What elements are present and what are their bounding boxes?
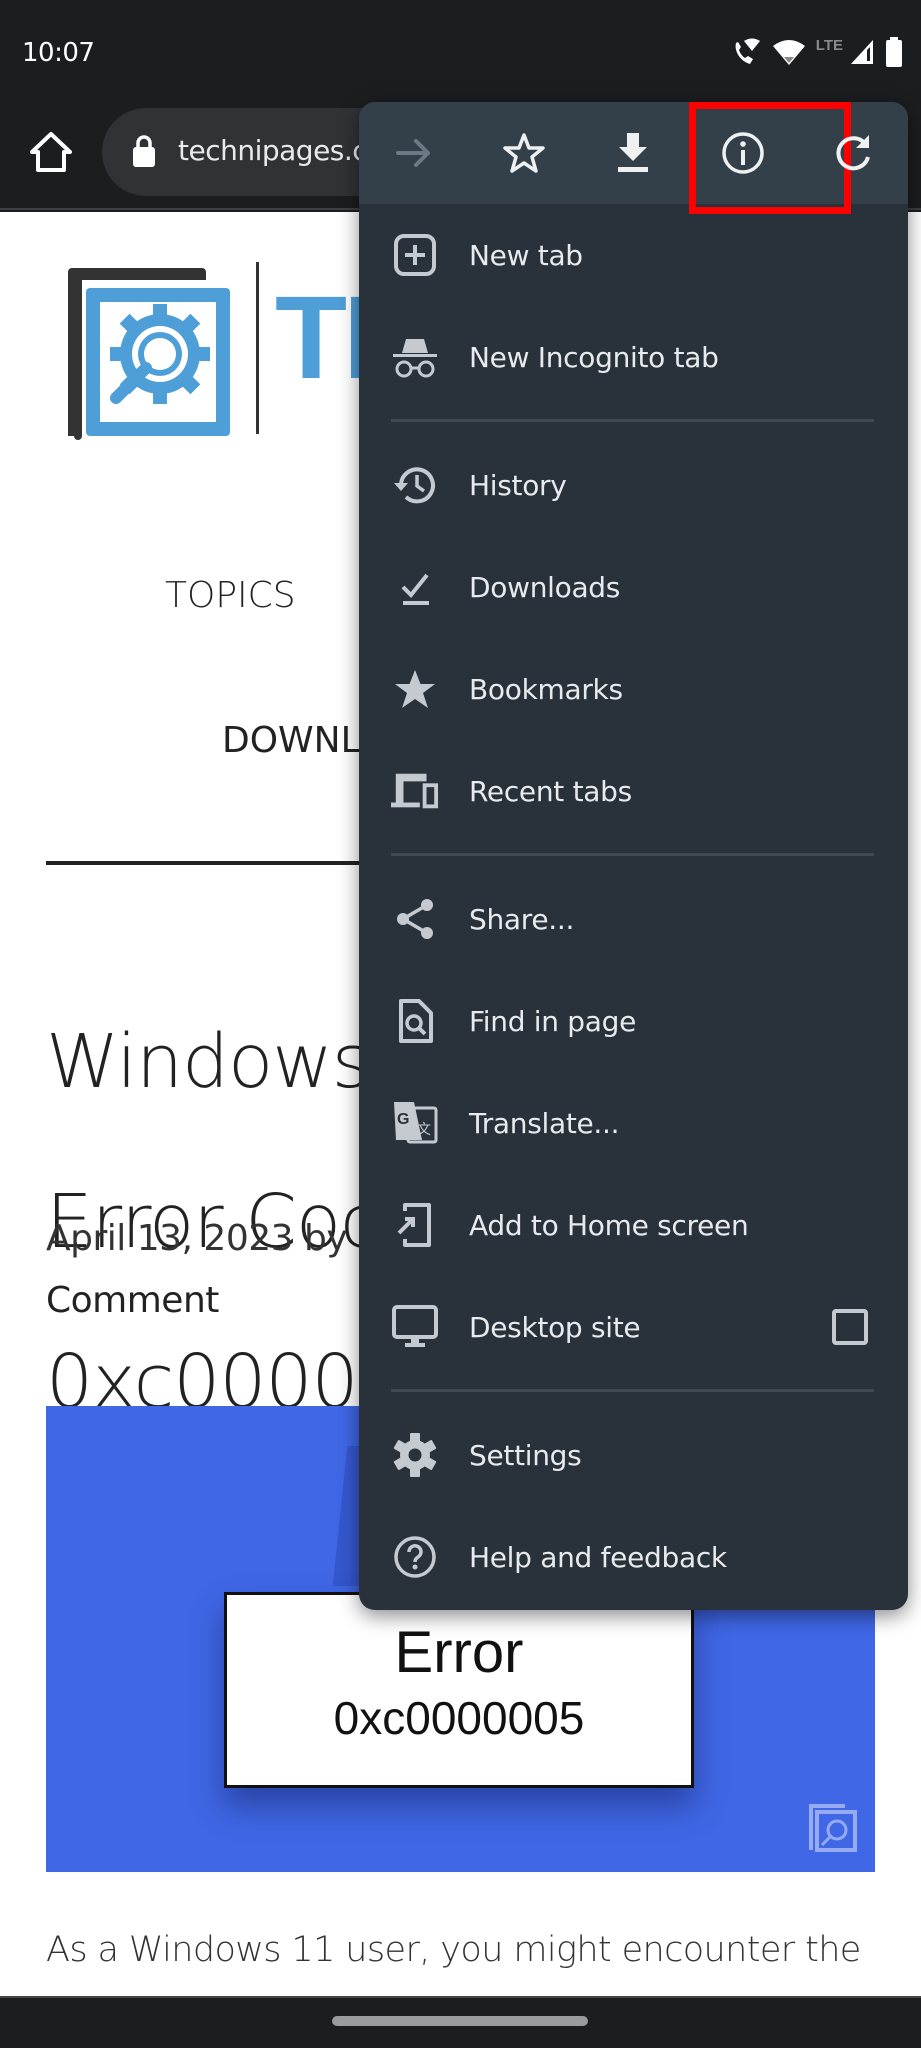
system-nav-bar bbox=[0, 1996, 921, 2048]
refresh-icon bbox=[836, 135, 871, 171]
translate-icon: G文 bbox=[391, 1099, 439, 1147]
menu-item-add-to-home-screen[interactable]: Add to Home screen bbox=[359, 1174, 908, 1276]
desktop-site-checkbox[interactable] bbox=[832, 1309, 868, 1345]
menu-item-downloads[interactable]: Downloads bbox=[359, 536, 908, 638]
menu-item-label: Downloads bbox=[469, 570, 621, 604]
menu-item-new-tab[interactable]: New tab bbox=[359, 204, 908, 306]
menu-item-label: Help and feedback bbox=[469, 1540, 727, 1574]
star-outline-icon bbox=[502, 133, 545, 173]
menu-divider bbox=[359, 1378, 908, 1404]
menu-item-label: Translate... bbox=[469, 1106, 620, 1140]
logo-divider bbox=[256, 262, 259, 434]
battery-icon bbox=[886, 37, 902, 67]
menu-item-recent-tabs[interactable]: Recent tabs bbox=[359, 740, 908, 842]
wifi-calling-icon bbox=[735, 38, 760, 64]
menu-action-bar bbox=[359, 102, 908, 214]
home-icon bbox=[30, 132, 72, 172]
menu-item-label: Recent tabs bbox=[469, 774, 632, 808]
refresh-button[interactable] bbox=[798, 102, 908, 204]
find-in-page-icon bbox=[391, 997, 439, 1045]
svg-text:G: G bbox=[397, 1111, 409, 1128]
menu-item-label: History bbox=[469, 468, 567, 502]
menu-item-label: Share... bbox=[469, 902, 575, 936]
nav-link-topics[interactable]: TOPICS bbox=[165, 575, 296, 616]
site-logo-icon bbox=[68, 268, 230, 440]
help-icon bbox=[391, 1533, 439, 1581]
share-icon bbox=[391, 895, 439, 943]
menu-item-help-and-feedback[interactable]: Help and feedback bbox=[359, 1506, 908, 1608]
info-icon bbox=[722, 132, 765, 174]
page-info-button[interactable] bbox=[688, 102, 852, 214]
menu-item-desktop-site[interactable]: Desktop site bbox=[359, 1276, 908, 1378]
watermark-logo-icon bbox=[809, 1804, 857, 1852]
gear-icon bbox=[391, 1431, 439, 1479]
add-to-home-icon bbox=[391, 1201, 439, 1249]
menu-item-label: Bookmarks bbox=[469, 672, 623, 706]
devices-icon bbox=[391, 767, 439, 815]
menu-divider bbox=[359, 408, 908, 434]
bookmark-button[interactable] bbox=[469, 102, 579, 204]
star-filled-icon bbox=[391, 665, 439, 713]
url-text[interactable]: technipages.c bbox=[178, 134, 368, 167]
hero-error-code: 0xc0000005 bbox=[333, 1692, 585, 1744]
overflow-menu: New tab New Incognito tab History Downlo… bbox=[359, 102, 908, 1610]
home-gesture-handle[interactable] bbox=[332, 2016, 588, 2026]
article-meta: April 13, 2023 by B bbox=[46, 1218, 383, 1259]
article-body-text: As a Windows 11 user, you might encounte… bbox=[46, 1930, 861, 1970]
menu-item-bookmarks[interactable]: Bookmarks bbox=[359, 638, 908, 740]
incognito-icon bbox=[391, 333, 439, 381]
download-page-button[interactable] bbox=[579, 102, 689, 204]
menu-divider bbox=[359, 842, 908, 868]
menu-list: New tab New Incognito tab History Downlo… bbox=[359, 204, 908, 1608]
lte-label: LTE bbox=[815, 36, 843, 54]
downloads-check-icon bbox=[391, 563, 439, 611]
menu-item-label: Desktop site bbox=[469, 1310, 641, 1344]
hero-error-title: Error bbox=[394, 1620, 524, 1685]
status-bar: 10:07 LTE bbox=[0, 0, 921, 104]
menu-item-label: Settings bbox=[469, 1438, 582, 1472]
menu-item-label: Add to Home screen bbox=[469, 1208, 749, 1242]
comment-link[interactable]: Comment bbox=[46, 1280, 219, 1321]
menu-item-new-incognito-tab[interactable]: New Incognito tab bbox=[359, 306, 908, 408]
menu-item-label: New tab bbox=[469, 238, 583, 272]
hero-error-box: Error 0xc0000005 bbox=[224, 1592, 694, 1788]
menu-item-settings[interactable]: Settings bbox=[359, 1404, 908, 1506]
article-date: April 13, 2023 by bbox=[46, 1218, 359, 1259]
menu-item-label: Find in page bbox=[469, 1004, 637, 1038]
svg-text:文: 文 bbox=[417, 1122, 431, 1138]
status-icons: LTE bbox=[730, 36, 903, 68]
status-time: 10:07 bbox=[22, 38, 95, 68]
menu-item-translate[interactable]: G文 Translate... bbox=[359, 1072, 908, 1174]
menu-item-history[interactable]: History bbox=[359, 434, 908, 536]
menu-item-share[interactable]: Share... bbox=[359, 868, 908, 970]
forward-button[interactable] bbox=[359, 102, 469, 204]
history-icon bbox=[391, 461, 439, 509]
cell-signal-icon bbox=[851, 40, 873, 64]
forward-arrow-icon bbox=[395, 139, 430, 167]
lock-icon bbox=[133, 135, 155, 167]
home-button[interactable] bbox=[26, 128, 76, 178]
nav-link-downloads[interactable]: DOWNL bbox=[222, 720, 361, 761]
wifi-icon bbox=[772, 40, 805, 65]
desktop-icon bbox=[391, 1303, 439, 1351]
menu-item-find-in-page[interactable]: Find in page bbox=[359, 970, 908, 1072]
download-icon bbox=[618, 133, 649, 172]
menu-item-label: New Incognito tab bbox=[469, 340, 719, 374]
new-tab-icon bbox=[391, 231, 439, 279]
